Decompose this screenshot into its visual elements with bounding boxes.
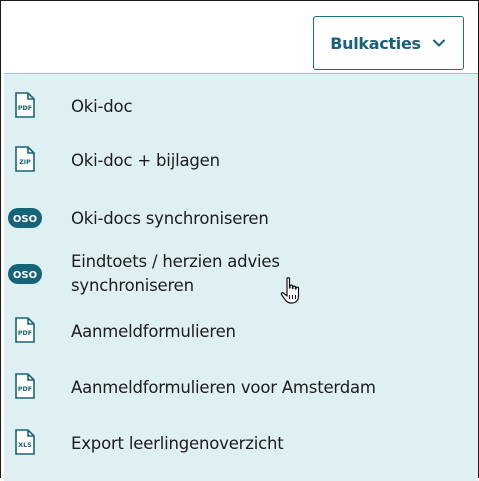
svg-text:PDF: PDF	[18, 330, 32, 337]
menu-item-label: Export leerlingenoverzicht	[71, 434, 284, 453]
svg-text:OSO: OSO	[13, 214, 37, 225]
hand-pointer-cursor-icon	[280, 276, 306, 306]
oso-icon: OSO	[8, 264, 42, 284]
bulk-actions-dropdown-menu: PDF Oki-doc ZIP Oki-doc + bijlagen OSO O…	[4, 73, 478, 481]
svg-text:PDF: PDF	[18, 105, 32, 112]
menu-item-eindtoets-herzien-advies[interactable]: OSO Eindtoets / herzien advies synchroni…	[4, 250, 478, 300]
menu-item-label-line1: Eindtoets / herzien advies	[71, 252, 280, 271]
xls-file-icon: XLS	[14, 429, 36, 455]
menu-item-aanmeldformulieren-amsterdam[interactable]: PDF Aanmeldformulieren voor Amsterdam	[4, 373, 478, 401]
menu-item-aanmeldformulieren[interactable]: PDF Aanmeldformulieren	[4, 317, 478, 345]
svg-text:PDF: PDF	[18, 386, 32, 393]
bulk-actions-button[interactable]: Bulkacties	[313, 16, 464, 70]
menu-item-label-line2: synchroniseren	[71, 276, 194, 295]
chevron-down-icon	[431, 35, 447, 51]
menu-item-label: Oki-doc + bijlagen	[71, 151, 220, 170]
pdf-file-icon: PDF	[14, 92, 36, 118]
menu-item-oki-doc[interactable]: PDF Oki-doc	[4, 92, 478, 120]
svg-text:XLS: XLS	[18, 442, 32, 449]
bulk-actions-label: Bulkacties	[330, 33, 421, 53]
menu-item-label: Aanmeldformulieren voor Amsterdam	[71, 378, 376, 397]
menu-item-oki-doc-bijlagen[interactable]: ZIP Oki-doc + bijlagen	[4, 146, 478, 174]
menu-item-label: Oki-docs synchroniseren	[71, 209, 269, 228]
pdf-file-icon: PDF	[14, 373, 36, 399]
svg-text:ZIP: ZIP	[19, 159, 31, 166]
menu-item-label: Oki-doc	[71, 97, 133, 116]
menu-item-export-leerlingenoverzicht[interactable]: XLS Export leerlingenoverzicht	[4, 429, 478, 457]
svg-text:OSO: OSO	[13, 270, 37, 281]
zip-file-icon: ZIP	[14, 146, 36, 172]
menu-item-label: Aanmeldformulieren	[71, 322, 236, 341]
bulk-actions-panel: Bulkacties PDF Oki-doc ZIP Oki-doc + bij…	[0, 0, 479, 481]
pdf-file-icon: PDF	[14, 317, 36, 343]
menu-item-oki-docs-synchroniseren[interactable]: OSO Oki-docs synchroniseren	[4, 204, 478, 232]
oso-icon: OSO	[8, 208, 42, 228]
